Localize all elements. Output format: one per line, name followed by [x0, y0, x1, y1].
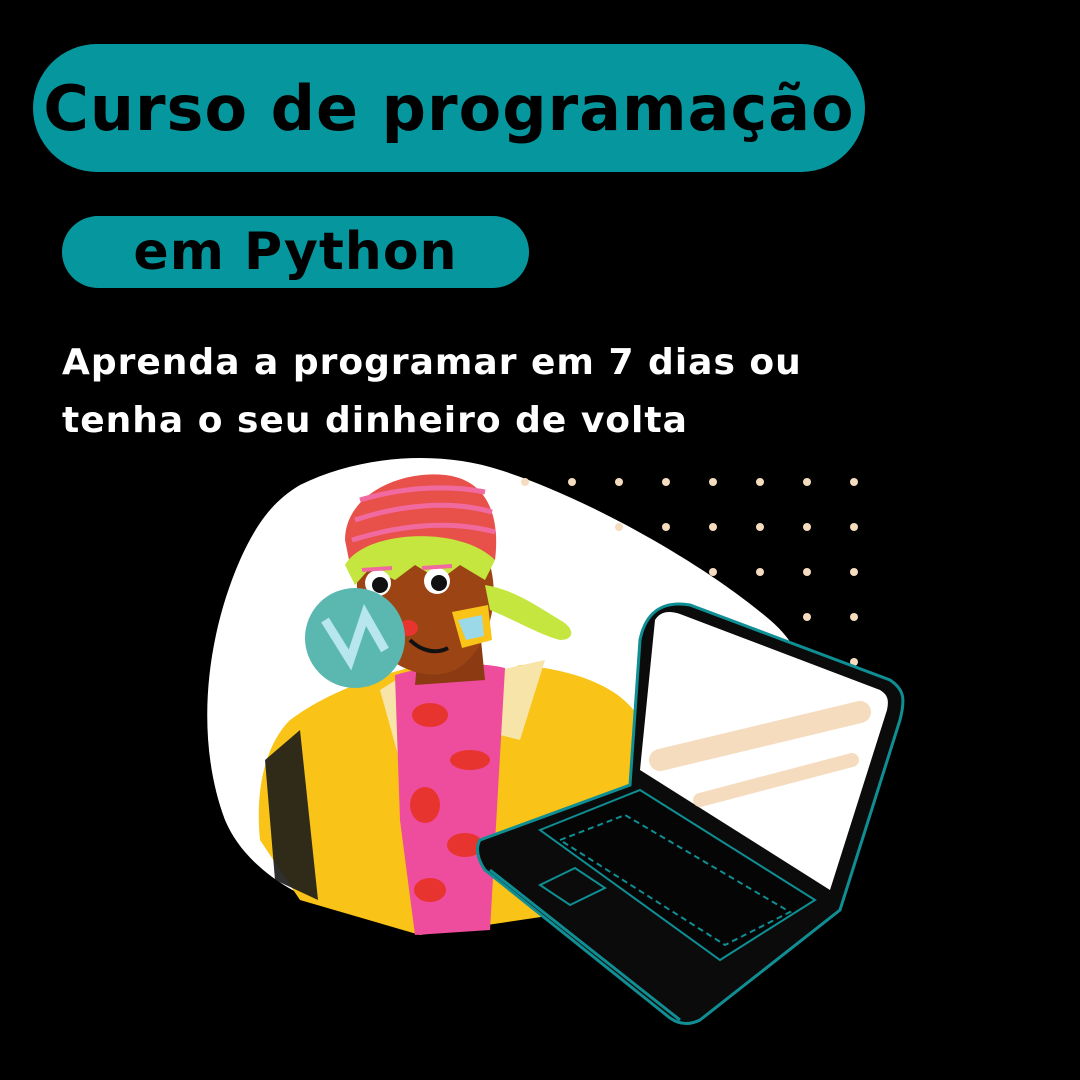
- course-title-banner: Curso de programação: [33, 44, 865, 172]
- bubble-gum: [305, 588, 405, 688]
- course-title: Curso de programação: [43, 71, 855, 145]
- tagline-line-1: Aprenda a programar em 7 dias ou: [62, 342, 802, 383]
- woman-with-laptop-illustration: [207, 458, 905, 1025]
- course-subtitle: em Python: [133, 222, 458, 282]
- tagline: Aprenda a programar em 7 dias ou tenha o…: [62, 334, 962, 450]
- course-subtitle-banner: em Python: [62, 216, 529, 288]
